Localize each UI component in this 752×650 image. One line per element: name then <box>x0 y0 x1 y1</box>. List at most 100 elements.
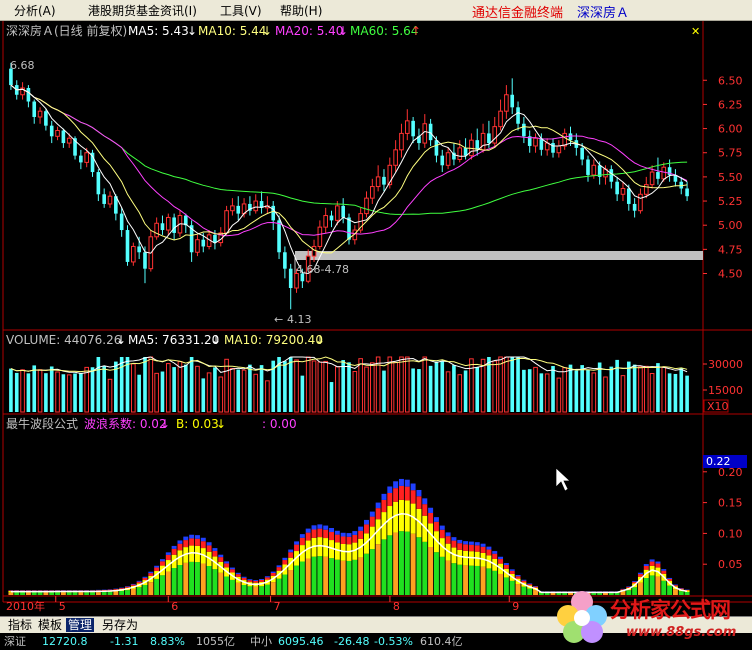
candle-body-up <box>638 193 643 212</box>
indicator-bar-base <box>37 592 43 595</box>
indicator-bar-peak <box>270 571 276 574</box>
indicator-bar-top <box>136 581 142 584</box>
volume-bar-up <box>131 363 136 413</box>
volume-bar-up <box>37 369 43 413</box>
indicator-bar-peak <box>527 583 533 585</box>
indicator-bar-base <box>206 565 212 595</box>
volume-bar-up <box>206 372 212 413</box>
indicator-bar-base <box>457 564 463 595</box>
volume-bar-down <box>201 378 206 412</box>
volume-bar-down <box>417 369 421 412</box>
indicator-bar-mid <box>340 543 346 561</box>
volume-bar-down <box>551 366 555 412</box>
candle-body-down <box>125 230 130 262</box>
menu-analysis[interactable]: 分析(A) <box>14 2 56 19</box>
indicator-bar-peak <box>445 532 451 537</box>
volume-bar-down <box>586 369 590 412</box>
indicator-bar-base <box>509 580 515 595</box>
candle-body-down <box>434 140 439 156</box>
indicator-bar-peak <box>253 580 259 581</box>
volume-bar-up <box>84 366 89 413</box>
indicator-bar-top <box>375 508 381 520</box>
indicator-bar-base <box>533 590 539 595</box>
menu-hk-futures-funds[interactable]: 港股期货基金 <box>88 2 160 19</box>
indicator-title: 最牛波段公式 <box>6 416 78 431</box>
indicator-bar-peak <box>439 525 445 530</box>
volume-ma5-arrow-icon: ↓ <box>211 333 221 347</box>
indicator-bar-base <box>463 565 469 595</box>
indicator-bar-base <box>329 558 334 595</box>
indicator-bar-peak <box>142 576 148 578</box>
indicator-bar-base <box>515 584 521 595</box>
menu-help[interactable]: 帮助(H) <box>280 2 322 19</box>
indicator-bar-top <box>387 492 393 507</box>
indicator-bar-base <box>387 535 393 595</box>
indicator-bar-peak <box>194 535 200 539</box>
indicator-bar-base <box>20 592 26 595</box>
volume-bar-down <box>213 367 217 412</box>
indicator-bar-base <box>393 532 399 595</box>
indicator-bar-peak <box>486 546 492 550</box>
ma20-arrow-icon: ↓ <box>338 24 348 38</box>
indicator-bar-top <box>264 577 270 580</box>
candle-body-up <box>154 222 159 238</box>
volume-bar-up <box>358 358 363 413</box>
indicator-bar-top <box>159 561 165 566</box>
indicator-bar-peak <box>259 579 265 580</box>
indicator-bar-peak <box>457 539 463 544</box>
indicator-bar-base <box>468 565 474 595</box>
candle-body-up <box>84 152 89 163</box>
volume-bar-down <box>673 373 678 412</box>
tab-indicator[interactable]: 指标 <box>6 618 34 632</box>
indicator-bar-peak <box>672 584 678 586</box>
volume-bar-down <box>300 375 305 412</box>
volume-bar-up <box>165 363 171 413</box>
volume-bar-down <box>382 370 386 412</box>
status-index-turnover: 1055亿 <box>196 635 235 648</box>
price-axis-label: 6.25 <box>718 98 743 111</box>
candle-body-up <box>393 149 398 166</box>
panel-close-icon[interactable]: ✕ <box>691 25 700 38</box>
candle-body-up <box>364 197 369 215</box>
chart-area[interactable]: 深深房Ａ(日线 前复权) MA5: 5.43 ↓ MA10: 5.44 ↓ MA… <box>0 21 752 616</box>
status-index-change: -1.31 <box>110 635 139 648</box>
watermark-url: www.88gs.com <box>626 625 737 640</box>
volume-bar-down <box>44 373 48 412</box>
tab-template[interactable]: 模板 <box>36 618 64 632</box>
tab-save-as[interactable]: 另存为 <box>100 618 140 632</box>
indicator-bar-base <box>369 549 375 595</box>
volume-ma10-arrow-icon: ↓ <box>315 333 325 347</box>
volume-bar-up <box>422 356 428 413</box>
volume-bar-up <box>364 366 369 413</box>
indicator-bar-mid <box>398 499 404 532</box>
volume-bar-down <box>9 368 13 412</box>
indicator-bar-top <box>422 504 428 516</box>
indicator-bar-base <box>498 573 504 595</box>
volume-bar-down <box>656 363 660 412</box>
volume-bar-down <box>475 367 480 412</box>
candle-body-up <box>311 245 317 257</box>
indicator-bar-base <box>346 560 352 595</box>
indicator-bar-top <box>142 577 148 581</box>
indicator-bar-peak <box>463 541 469 545</box>
indicator-bar-peak <box>381 493 387 500</box>
menu-news[interactable]: 资讯(I) <box>160 2 197 19</box>
indicator-bar-peak <box>212 548 218 551</box>
volume-axis-label-30000: 30000 <box>708 358 743 371</box>
indicator-bar-base <box>317 556 323 595</box>
candle-body-down <box>288 268 293 289</box>
indicator-bar-peak <box>626 586 632 587</box>
tab-manage[interactable]: 管理 <box>66 618 95 632</box>
indicator-bar-peak <box>637 572 643 575</box>
volume-bar-up <box>533 366 538 413</box>
candle-body-up <box>556 145 562 154</box>
indicator-bar-top <box>212 550 218 557</box>
indicator-bar-top <box>521 580 527 583</box>
volume-bar-down <box>527 369 532 412</box>
price-axis-label: 4.50 <box>718 268 743 281</box>
indicator-bar-base <box>538 592 544 595</box>
indicator-bar-top <box>463 544 469 551</box>
candle-body-down <box>510 94 515 108</box>
menu-tools[interactable]: 工具(V) <box>220 2 262 19</box>
indicator-bar-top <box>445 536 451 544</box>
